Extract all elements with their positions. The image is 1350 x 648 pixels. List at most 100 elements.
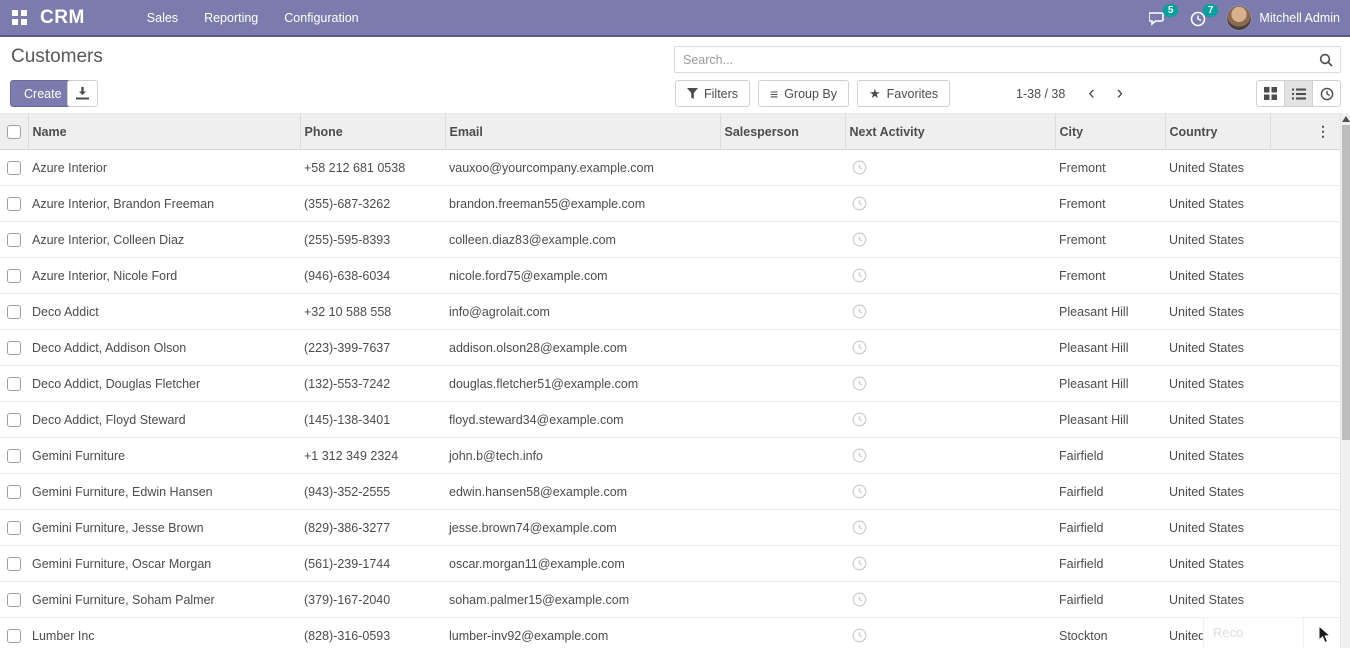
cell-next-activity[interactable] [845,438,1055,474]
row-checkbox[interactable] [7,557,21,571]
cell-email[interactable]: douglas.fletcher51@example.com [445,366,720,402]
cell-name[interactable]: Azure Interior, Colleen Diaz [28,222,300,258]
next-activity-clock-icon[interactable] [852,448,867,463]
cell-city[interactable]: Stockton [1055,618,1165,648]
cell-country[interactable]: United States [1165,546,1270,582]
cell-salesperson[interactable] [720,474,845,510]
cell-email[interactable]: nicole.ford75@example.com [445,258,720,294]
cell-email[interactable]: john.b@tech.info [445,438,720,474]
search-input[interactable] [675,53,1312,67]
scroll-up-arrow-icon[interactable] [1342,116,1350,122]
cell-name[interactable]: Gemini Furniture, Jesse Brown [28,510,300,546]
cell-salesperson[interactable] [720,402,845,438]
next-activity-clock-icon[interactable] [852,412,867,427]
next-activity-clock-icon[interactable] [852,340,867,355]
cell-email[interactable]: lumber-inv92@example.com [445,618,720,648]
cell-name[interactable]: Gemini Furniture, Oscar Morgan [28,546,300,582]
cell-phone[interactable]: +32 10 588 558 [300,294,445,330]
next-activity-clock-icon[interactable] [852,376,867,391]
cell-salesperson[interactable] [720,150,845,186]
next-activity-clock-icon[interactable] [852,304,867,319]
favorites-button[interactable]: ★ Favorites [857,80,950,107]
cell-city[interactable]: Fremont [1055,222,1165,258]
cell-country[interactable]: United States [1165,438,1270,474]
pager-next-icon[interactable]: › [1108,82,1132,106]
table-row[interactable]: Lumber Inc (828)-316-0593 lumber-inv92@e… [0,618,1340,648]
menu-configuration[interactable]: Configuration [274,2,368,34]
cell-phone[interactable]: +1 312 349 2324 [300,438,445,474]
view-list-icon[interactable] [1284,80,1313,107]
cell-phone[interactable]: (145)-138-3401 [300,402,445,438]
column-header-phone[interactable]: Phone [300,114,445,150]
table-row[interactable]: Deco Addict +32 10 588 558 info@agrolait… [0,294,1340,330]
cell-name[interactable]: Gemini Furniture, Edwin Hansen [28,474,300,510]
table-row[interactable]: Azure Interior, Nicole Ford (946)-638-60… [0,258,1340,294]
cell-country[interactable]: United States [1165,150,1270,186]
cell-email[interactable]: floyd.steward34@example.com [445,402,720,438]
row-checkbox[interactable] [7,629,21,643]
cell-phone[interactable]: (379)-167-2040 [300,582,445,618]
table-row[interactable]: Deco Addict, Douglas Fletcher (132)-553-… [0,366,1340,402]
cell-phone[interactable]: (223)-399-7637 [300,330,445,366]
cell-country[interactable]: United States [1165,402,1270,438]
cell-city[interactable]: Fairfield [1055,546,1165,582]
cell-name[interactable]: Lumber Inc [28,618,300,648]
table-row[interactable]: Gemini Furniture, Oscar Morgan (561)-239… [0,546,1340,582]
column-header-city[interactable]: City [1055,114,1165,150]
table-row[interactable]: Azure Interior, Brandon Freeman (355)-68… [0,186,1340,222]
table-row[interactable]: Azure Interior, Colleen Diaz (255)-595-8… [0,222,1340,258]
cell-country[interactable]: United States [1165,222,1270,258]
cell-city[interactable]: Fremont [1055,150,1165,186]
cell-city[interactable]: Fairfield [1055,510,1165,546]
next-activity-clock-icon[interactable] [852,232,867,247]
cell-city[interactable]: Pleasant Hill [1055,366,1165,402]
table-row[interactable]: Gemini Furniture, Jesse Brown (829)-386-… [0,510,1340,546]
user-menu[interactable]: Mitchell Admin [1226,5,1340,31]
cell-phone[interactable]: (943)-352-2555 [300,474,445,510]
cell-name[interactable]: Deco Addict, Floyd Steward [28,402,300,438]
cell-country[interactable]: United States [1165,294,1270,330]
cell-phone[interactable]: (828)-316-0593 [300,618,445,648]
cell-next-activity[interactable] [845,510,1055,546]
table-row[interactable]: Deco Addict, Addison Olson (223)-399-763… [0,330,1340,366]
cell-salesperson[interactable] [720,186,845,222]
row-checkbox[interactable] [7,593,21,607]
cell-salesperson[interactable] [720,618,845,648]
row-checkbox[interactable] [7,485,21,499]
cell-salesperson[interactable] [720,294,845,330]
cell-city[interactable]: Fairfield [1055,582,1165,618]
pager-previous-icon[interactable]: ‹ [1079,82,1103,106]
cell-email[interactable]: edwin.hansen58@example.com [445,474,720,510]
cell-email[interactable]: info@agrolait.com [445,294,720,330]
table-row[interactable]: Gemini Furniture, Soham Palmer (379)-167… [0,582,1340,618]
cell-next-activity[interactable] [845,294,1055,330]
cell-email[interactable]: jesse.brown74@example.com [445,510,720,546]
cell-next-activity[interactable] [845,618,1055,648]
cell-next-activity[interactable] [845,474,1055,510]
cell-email[interactable]: oscar.morgan11@example.com [445,546,720,582]
cell-salesperson[interactable] [720,222,845,258]
cell-name[interactable]: Azure Interior, Nicole Ford [28,258,300,294]
view-kanban-icon[interactable] [1256,80,1285,107]
cell-name[interactable]: Gemini Furniture, Soham Palmer [28,582,300,618]
table-row[interactable]: Gemini Furniture, Edwin Hansen (943)-352… [0,474,1340,510]
next-activity-clock-icon[interactable] [852,196,867,211]
row-checkbox[interactable] [7,269,21,283]
cell-salesperson[interactable] [720,546,845,582]
next-activity-clock-icon[interactable] [852,556,867,571]
cell-email[interactable]: brandon.freeman55@example.com [445,186,720,222]
export-button[interactable] [67,80,98,107]
select-all-checkbox[interactable] [7,125,21,139]
row-checkbox[interactable] [7,341,21,355]
cell-salesperson[interactable] [720,258,845,294]
column-header-next-activity[interactable]: Next Activity [845,114,1055,150]
group-by-button[interactable]: ≡ Group By [758,80,849,107]
cell-city[interactable]: Fairfield [1055,438,1165,474]
cell-next-activity[interactable] [845,366,1055,402]
cell-name[interactable]: Gemini Furniture [28,438,300,474]
cell-name[interactable]: Deco Addict, Addison Olson [28,330,300,366]
next-activity-clock-icon[interactable] [852,160,867,175]
search-icon[interactable] [1312,53,1340,67]
next-activity-clock-icon[interactable] [852,628,867,643]
menu-reporting[interactable]: Reporting [194,2,268,34]
